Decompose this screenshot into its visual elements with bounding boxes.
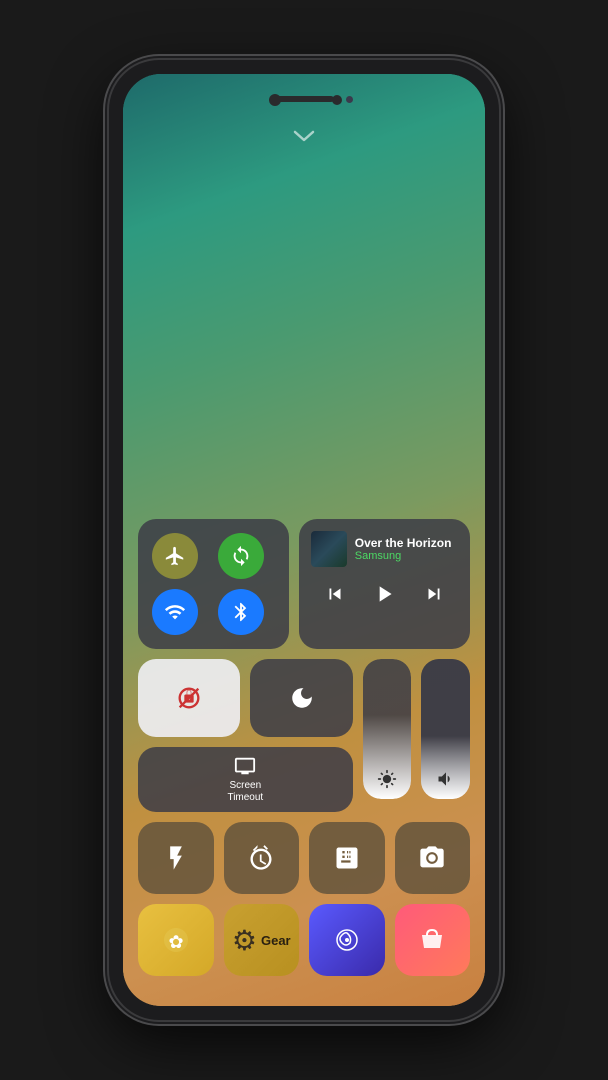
app-shortcuts-row <box>138 822 470 894</box>
night-mode-icon <box>289 685 315 711</box>
app-icons-row: ✿ ⚙ Gear <box>138 904 470 976</box>
screen-timeout-label: ScreenTimeout <box>227 780 263 804</box>
volume-slider[interactable] <box>421 659 470 799</box>
svg-text:✿: ✿ <box>168 932 183 952</box>
control-panel: Over the Horizon Samsung <box>138 519 470 976</box>
media-next-button[interactable] <box>415 579 453 609</box>
speaker-slot <box>274 96 334 102</box>
timer-button[interactable] <box>224 822 300 894</box>
gear-label: Gear <box>261 933 291 948</box>
media-info-row: Over the Horizon Samsung <box>311 531 458 567</box>
top-quick-row <box>138 659 353 737</box>
night-mode-tile[interactable] <box>250 659 352 737</box>
airplane-mode-button[interactable] <box>152 533 198 579</box>
media-tile: Over the Horizon Samsung <box>299 519 470 649</box>
lock-rotation-tile[interactable] <box>138 659 240 737</box>
flashlight-button[interactable] <box>138 822 214 894</box>
album-art <box>311 531 347 567</box>
phone-body: Over the Horizon Samsung <box>109 60 499 1020</box>
media-play-button[interactable] <box>363 577 405 611</box>
connectivity-tile <box>138 519 289 649</box>
combined-row: ScreenTimeout <box>138 659 470 812</box>
calculator-button[interactable] <box>309 822 385 894</box>
media-title: Over the Horizon <box>355 536 458 550</box>
top-row: Over the Horizon Samsung <box>138 519 470 649</box>
media-info: Over the Horizon Samsung <box>355 536 458 562</box>
screen-timeout-tile[interactable]: ScreenTimeout <box>138 747 353 812</box>
chevron-down-icon <box>292 129 316 143</box>
gear-icon: ⚙ <box>232 924 257 957</box>
lock-rotation-icon <box>175 684 203 712</box>
bixby-button[interactable]: ✿ <box>138 904 214 976</box>
media-artist: Samsung <box>355 550 458 562</box>
galaxy-store-button[interactable] <box>395 904 471 976</box>
gear-button[interactable]: ⚙ Gear <box>224 904 300 976</box>
sensor <box>346 96 353 103</box>
top-bar <box>123 74 485 124</box>
screen-mirror-icon <box>234 755 256 777</box>
bluetooth-button[interactable] <box>218 589 264 635</box>
media-prev-button[interactable] <box>316 579 354 609</box>
rotation-lock-button[interactable] <box>218 533 264 579</box>
wifi-button[interactable] <box>152 589 198 635</box>
screen: Over the Horizon Samsung <box>123 74 485 1006</box>
right-sliders-section <box>363 659 470 812</box>
media-controls <box>311 577 458 611</box>
left-quick-section: ScreenTimeout <box>138 659 353 812</box>
front-camera-right <box>332 95 342 105</box>
galaxy-button[interactable] <box>309 904 385 976</box>
brightness-slider[interactable] <box>363 659 412 799</box>
phone-frame: Over the Horizon Samsung <box>0 0 608 1080</box>
camera-button[interactable] <box>395 822 471 894</box>
